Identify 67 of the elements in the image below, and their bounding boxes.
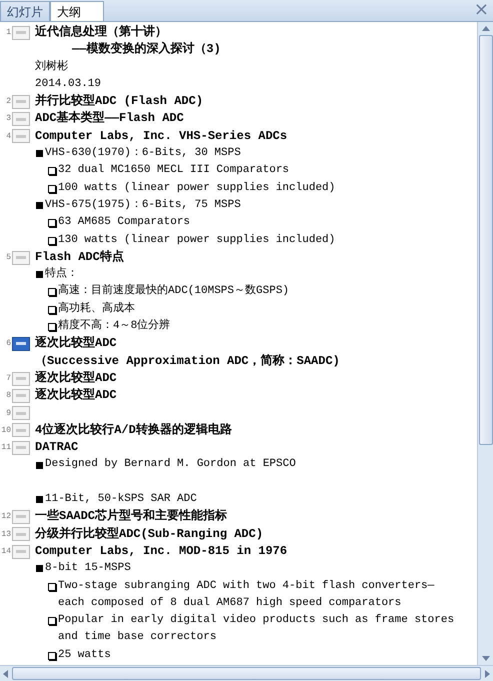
bullet-text: Popular in early digital video products such as frame stores and time base correctors	[58, 613, 456, 646]
slide-number: 6	[5, 338, 11, 350]
vertical-scrollbar[interactable]	[477, 22, 493, 665]
slide-title: 分级并行比较型ADC(Sub-Ranging ADC)	[35, 526, 264, 541]
horizontal-scrollbar[interactable]	[0, 665, 493, 681]
slide-number: 13	[0, 528, 11, 541]
box-bullet-icon	[48, 306, 56, 314]
bullet-text: 32 dual MC1650 MECL III Comparators	[58, 163, 290, 178]
slide-number: 3	[5, 113, 11, 126]
square-bullet-icon	[36, 462, 43, 469]
outline-text: 刘树彬	[35, 60, 68, 73]
slide-number: 2	[5, 96, 11, 108]
slide-title: Computer Labs, Inc. VHS-Series ADCs	[35, 128, 288, 143]
bullet-text: 精度不高：4～8位分辨	[58, 318, 170, 334]
box-bullet-icon	[48, 184, 56, 193]
square-bullet-icon	[36, 271, 43, 278]
slide-title: Computer Labs, Inc. MOD-815 in 1976	[35, 544, 288, 558]
slide-number: 1	[5, 27, 11, 39]
slide-number: 14	[0, 546, 11, 558]
bullet-text: 25 watts	[58, 648, 111, 663]
outline-text: 2014.03.19	[35, 78, 102, 90]
slide-title: 近代信息处理（第十讲）	[35, 25, 167, 39]
slide-title: 4位逐次比较行A/D转换器的逻辑电路	[35, 422, 232, 437]
slide-number: 10	[0, 424, 11, 437]
square-bullet-icon	[36, 496, 43, 504]
square-bullet-icon	[36, 150, 43, 158]
slide-number: 4	[5, 130, 11, 143]
bullet-text: 130 watts (linear power supplies included)	[58, 232, 336, 248]
box-bullet-icon	[48, 167, 56, 176]
slide-title: Flash ADC特点	[35, 250, 124, 264]
bullet-text: 特点：	[45, 266, 78, 282]
bullet-text: 11-Bit, 50-kSPS SAR ADC	[45, 492, 197, 508]
box-bullet-icon	[48, 652, 56, 660]
box-bullet-icon	[48, 582, 56, 590]
box-bullet-icon	[48, 323, 56, 332]
slide-number: 11	[0, 442, 11, 454]
bullet-text: 8-bit 15-MSPS	[45, 561, 131, 576]
slide-number: 8	[5, 390, 11, 402]
slide-title: ADC基本类型——Flash ADC	[35, 111, 184, 126]
square-bullet-icon	[36, 202, 43, 210]
slide-title: 并行比较型ADC (Flash ADC)	[35, 94, 204, 108]
box-bullet-icon	[48, 236, 56, 245]
slide-title: 一些SAADC芯片型号和主要性能指标	[35, 509, 228, 524]
tab[interactable]: 大纲	[50, 1, 104, 21]
bullet-text: VHS-675(1975)：6-Bits, 75 MSPS	[45, 198, 241, 213]
square-bullet-icon	[36, 565, 43, 572]
slide-number: 9	[5, 408, 11, 420]
slide-title: 逐次比较型ADC	[35, 370, 117, 385]
slide-number: 12	[0, 511, 11, 524]
bullet-text: 高功耗、高成本	[58, 300, 135, 317]
box-bullet-icon	[48, 288, 56, 296]
bullet-text: 100 watts (linear power supplies included)	[58, 180, 336, 196]
slide-number: 7	[5, 372, 11, 385]
slide-number: 5	[5, 252, 11, 264]
box-bullet-icon	[48, 617, 56, 626]
slide-title: （Successive Approximation ADC，简称：SAADC)	[35, 354, 340, 368]
bullet-text: 63 AM685 Comparators	[58, 215, 190, 230]
slide-subtitle: ——模数变换的深入探讨（3)	[72, 42, 221, 56]
bullet-text: Two-stage subranging ADC with two 4-bit flash converters—each composed of 8 dual AM687 high speed comparators	[58, 578, 436, 611]
slide-title: DATRAC	[35, 440, 78, 454]
bullet-text: 高速：目前速度最快的ADC(10MSPS～数GSPS)	[58, 283, 290, 300]
slide-icon[interactable]	[12, 336, 30, 351]
box-bullet-icon	[48, 219, 56, 228]
bullet-text: Designed by Bernard M. Gordon at EPSCO	[45, 457, 296, 472]
slide-title: 逐次比较型ADC	[35, 336, 117, 350]
slide-title: 逐次比较型ADC	[35, 388, 117, 402]
bullet-text: VHS-630(1970)：6-Bits, 30 MSPS	[45, 146, 241, 162]
